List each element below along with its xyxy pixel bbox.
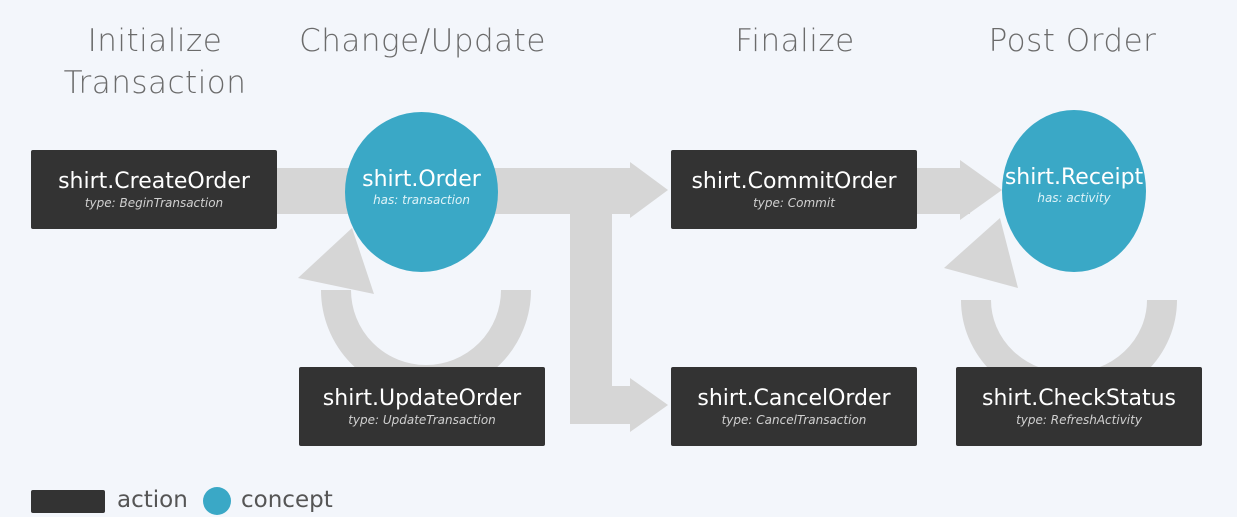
legend-concept-label: concept [241, 487, 333, 513]
arrow-to-commit [630, 162, 668, 218]
create-order-action[interactable]: shirt.CreateOrder type: BeginTransaction [31, 150, 277, 229]
commit-order-type: type: Commit [753, 196, 835, 210]
receipt-concept-has: has: activity [1037, 191, 1111, 205]
legend-concept-swatch [203, 487, 231, 515]
commit-order-name: shirt.CommitOrder [691, 169, 897, 194]
create-order-name: shirt.CreateOrder [58, 169, 250, 194]
branch-stem [570, 200, 612, 412]
receipt-concept[interactable]: shirt.Receipt has: activity [1002, 110, 1146, 272]
commit-order-action[interactable]: shirt.CommitOrder type: Commit [671, 150, 917, 229]
legend-action-label: action [117, 487, 188, 513]
check-status-type: type: RefreshActivity [1016, 413, 1142, 427]
cancel-order-name: shirt.CancelOrder [697, 386, 891, 411]
arrow-to-receipt [960, 160, 1002, 220]
check-status-action[interactable]: shirt.CheckStatus type: RefreshActivity [956, 367, 1202, 446]
arrow-to-cancel [630, 378, 668, 432]
order-concept[interactable]: shirt.Order has: transaction [345, 112, 498, 272]
receipt-concept-name: shirt.Receipt [1004, 165, 1144, 190]
order-concept-has: has: transaction [373, 193, 470, 207]
legend-action-swatch [31, 490, 105, 513]
cancel-order-action[interactable]: shirt.CancelOrder type: CancelTransactio… [671, 367, 917, 446]
create-order-type: type: BeginTransaction [84, 196, 224, 210]
check-status-name: shirt.CheckStatus [982, 386, 1176, 411]
cancel-order-type: type: CancelTransaction [721, 413, 867, 427]
cancel-flow-band [570, 386, 632, 424]
refresh-loop-arrowhead [944, 218, 1018, 288]
order-concept-name: shirt.Order [362, 167, 481, 192]
update-order-type: type: UpdateTransaction [348, 413, 496, 427]
update-order-action[interactable]: shirt.UpdateOrder type: UpdateTransactio… [299, 367, 545, 446]
update-order-name: shirt.UpdateOrder [322, 386, 522, 411]
